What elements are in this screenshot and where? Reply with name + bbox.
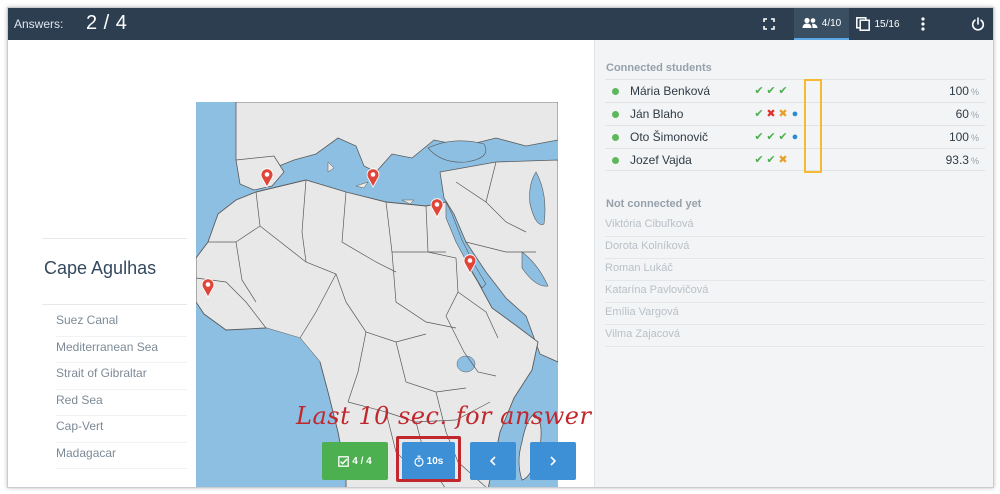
check-icon: ✔	[754, 108, 764, 120]
option-item[interactable]: Madagacar	[56, 443, 187, 469]
student-score: 60%	[955, 107, 979, 121]
answer-marks: ✔ ✔ ✔ ●	[753, 130, 801, 143]
option-item[interactable]: Red Sea	[56, 390, 187, 416]
student-name: Mária Benková	[630, 84, 711, 98]
copy-icon	[856, 17, 871, 31]
online-status-dot	[612, 157, 619, 164]
students-panel: Connected students Mária Benková ✔ ✔ ✔ 100…	[594, 40, 993, 487]
power-button[interactable]	[966, 8, 990, 40]
student-name: Oto Šimonovič	[630, 130, 709, 144]
student-row[interactable]: Ján Blaho ✔ ✖ ✖ ● 60%	[605, 102, 985, 125]
option-item[interactable]: Suez Canal	[56, 310, 187, 337]
users-icon	[802, 17, 818, 28]
student-row[interactable]: Jozef Vajda ✔ ✔ ✖ 93.3%	[605, 148, 985, 171]
top-bar: Answers: 2 / 4 4/10 15/16	[8, 8, 993, 40]
questions-tab[interactable]: 15/16	[853, 8, 903, 40]
pending-dot-icon: ●	[791, 131, 799, 143]
fullscreen-button[interactable]	[758, 8, 780, 40]
answer-marks: ✔ ✔ ✖	[753, 153, 801, 166]
answer-marks: ✔ ✖ ✖ ●	[753, 107, 801, 120]
student-score: 100%	[948, 84, 979, 98]
connected-students-title: Connected students	[606, 62, 712, 74]
check-icon: ✔	[778, 131, 788, 143]
students-count: 4/10	[821, 17, 842, 29]
not-connected-student: Roman Lukáč	[605, 259, 985, 281]
pending-dot-icon: ●	[791, 108, 799, 120]
map-marker-icon[interactable]	[260, 168, 274, 188]
student-name: Jozef Vajda	[630, 153, 692, 167]
chevron-left-icon	[489, 456, 496, 466]
check-icon: ✔	[754, 85, 764, 97]
check-square-icon	[338, 455, 350, 467]
option-item[interactable]: Cap-Vert	[56, 416, 187, 443]
cross-icon: ✖	[766, 108, 776, 120]
question-area: Cape Agulhas Suez Canal Mediterranean Se…	[8, 40, 593, 487]
check-icon: ✔	[778, 85, 788, 97]
app-window: Answers: 2 / 4 4/10 15/16 Cape Agulhas S…	[7, 7, 994, 488]
student-score: 100%	[948, 130, 979, 144]
not-connected-student: Vilma Zajacová	[605, 325, 985, 347]
divider	[42, 304, 187, 305]
fullscreen-icon	[763, 18, 775, 30]
not-connected-student: Viktória Cibuľková	[605, 215, 985, 237]
partial-icon: ✖	[778, 154, 788, 166]
check-icon: ✔	[754, 131, 764, 143]
power-icon	[971, 17, 985, 31]
check-icon: ✔	[766, 85, 776, 97]
partial-icon: ✖	[778, 108, 788, 120]
map-marker-icon[interactable]	[201, 278, 215, 298]
previous-button[interactable]	[470, 442, 516, 480]
answers-count: 2 / 4	[86, 12, 128, 34]
student-name: Ján Blaho	[630, 107, 684, 121]
annotation-text: Last 10 sec. for answer	[296, 402, 592, 430]
student-row[interactable]: Oto Šimonovič ✔ ✔ ✔ ● 100%	[605, 125, 985, 148]
answers-ok-button[interactable]: 4 / 4	[322, 442, 388, 480]
map-marker-icon[interactable]	[366, 168, 380, 188]
online-status-dot	[612, 88, 619, 95]
chevron-right-icon	[550, 456, 557, 466]
student-row[interactable]: Mária Benková ✔ ✔ ✔ 100%	[605, 79, 985, 102]
question-title: Cape Agulhas	[44, 258, 157, 278]
timer-highlight-frame	[396, 436, 461, 482]
students-tab[interactable]: 4/10	[794, 8, 849, 40]
more-menu-button[interactable]	[914, 8, 932, 40]
answer-marks: ✔ ✔ ✔	[753, 84, 801, 97]
not-connected-student: Katarína Pavlovičová	[605, 281, 985, 303]
check-icon: ✔	[754, 154, 764, 166]
africa-map[interactable]	[196, 102, 558, 487]
answers-ok-label: 4 / 4	[352, 455, 372, 467]
map-canvas	[196, 102, 558, 487]
not-connected-student: Dorota Kolníková	[605, 237, 985, 259]
current-question-column-highlight	[804, 79, 822, 173]
divider	[42, 238, 187, 239]
next-button[interactable]	[530, 442, 576, 480]
questions-count: 15/16	[874, 18, 900, 30]
map-marker-icon[interactable]	[463, 254, 477, 274]
check-icon: ✔	[766, 131, 776, 143]
option-item[interactable]: Mediterranean Sea	[56, 337, 187, 363]
not-connected-title: Not connected yet	[606, 198, 702, 210]
map-marker-icon[interactable]	[430, 198, 444, 218]
student-score: 93.3%	[945, 153, 979, 167]
answers-label: Answers:	[14, 17, 64, 31]
online-status-dot	[612, 111, 619, 118]
check-icon: ✔	[766, 154, 776, 166]
more-vertical-icon	[921, 17, 925, 31]
online-status-dot	[612, 134, 619, 141]
not-connected-student: Emília Vargová	[605, 303, 985, 325]
option-item[interactable]: Strait of Gibraltar	[56, 363, 187, 390]
option-list: Suez Canal Mediterranean Sea Strait of G…	[56, 310, 187, 469]
